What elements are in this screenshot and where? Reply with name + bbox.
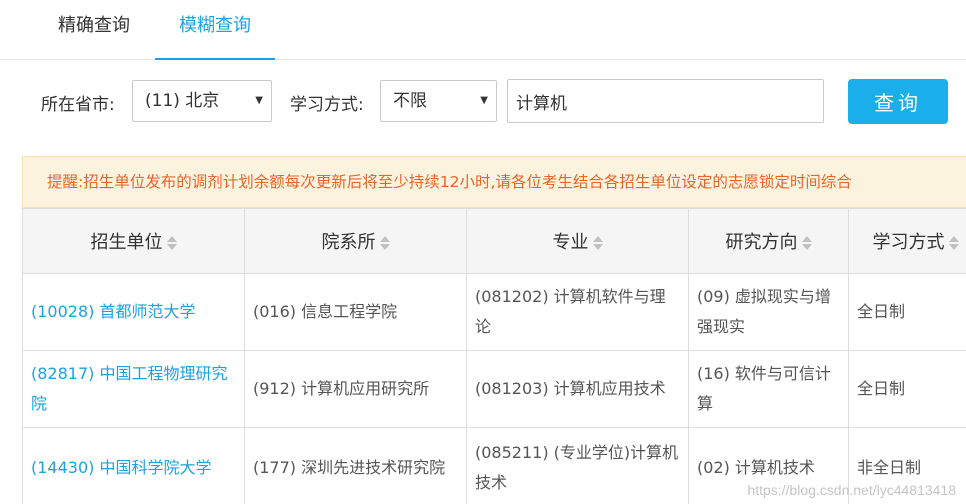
- keyword-input[interactable]: [507, 79, 824, 123]
- chevron-down-icon: ▼: [255, 95, 263, 106]
- sort-icon: [166, 236, 177, 250]
- cell-direction: (09) 虚拟现实与增强现实: [688, 273, 849, 351]
- tab-exact-query[interactable]: 精确查询: [34, 0, 154, 60]
- cell-unit: (82817) 中国工程物理研究院: [22, 350, 245, 428]
- province-select[interactable]: (11) 北京 ▼: [132, 80, 272, 122]
- province-label: 所在省市:: [41, 95, 115, 115]
- cell-department: (912) 计算机应用研究所: [244, 350, 467, 428]
- unit-link[interactable]: (82817) 中国工程物理研究院: [31, 364, 227, 413]
- cell-study-mode: 全日制: [848, 273, 966, 351]
- column-header-study-mode[interactable]: 学习方式: [848, 208, 966, 274]
- column-header-unit[interactable]: 招生单位: [22, 208, 245, 274]
- study-mode-label: 学习方式:: [290, 95, 364, 115]
- query-tabs: 精确查询 模糊查询: [0, 0, 966, 60]
- column-header-direction[interactable]: 研究方向: [688, 208, 849, 274]
- table-row: (10028) 首都师范大学 (016) 信息工程学院 (081202) 计算机…: [22, 273, 966, 351]
- study-mode-select-value: 不限: [393, 91, 427, 111]
- sort-icon: [801, 236, 812, 250]
- results-table: 招生单位 院系所 专业 研究方向 学习方式 (10028) 首都师范大学 (01…: [22, 208, 966, 504]
- unit-link[interactable]: (10028) 首都师范大学: [31, 302, 195, 321]
- cell-department: (177) 深圳先进技术研究院: [244, 427, 467, 504]
- table-row: (82817) 中国工程物理研究院 (912) 计算机应用研究所 (081203…: [22, 350, 966, 428]
- sort-icon: [592, 236, 603, 250]
- unit-link[interactable]: (14430) 中国科学院大学: [31, 458, 211, 477]
- study-mode-select[interactable]: 不限 ▼: [380, 80, 497, 122]
- cell-department: (016) 信息工程学院: [244, 273, 467, 351]
- cell-major: (081202) 计算机软件与理论: [466, 273, 689, 351]
- filter-bar: 所在省市: (11) 北京 ▼ 学习方式: 不限 ▼ 查询: [0, 78, 966, 124]
- table-header-row: 招生单位 院系所 专业 研究方向 学习方式: [22, 208, 966, 274]
- notice-banner: 提醒:招生单位发布的调剂计划余额每次更新后将至少持续12小时,请各位考生结合各招…: [22, 156, 966, 208]
- watermark-url: https://blog.csdn.net/lyc44813418: [747, 482, 956, 498]
- cell-unit: (14430) 中国科学院大学: [22, 427, 245, 504]
- tab-fuzzy-query[interactable]: 模糊查询: [155, 0, 275, 60]
- query-button[interactable]: 查询: [848, 79, 948, 124]
- column-header-major[interactable]: 专业: [466, 208, 689, 274]
- chevron-down-icon: ▼: [480, 95, 488, 106]
- column-header-department[interactable]: 院系所: [244, 208, 467, 274]
- cell-major: (081203) 计算机应用技术: [466, 350, 689, 428]
- cell-major: (085211) (专业学位)计算机技术: [466, 427, 689, 504]
- sort-icon: [379, 236, 390, 250]
- cell-study-mode: 全日制: [848, 350, 966, 428]
- sort-icon: [948, 236, 959, 250]
- province-select-value: (11) 北京: [145, 91, 220, 111]
- cell-unit: (10028) 首都师范大学: [22, 273, 245, 351]
- cell-direction: (16) 软件与可信计算: [688, 350, 849, 428]
